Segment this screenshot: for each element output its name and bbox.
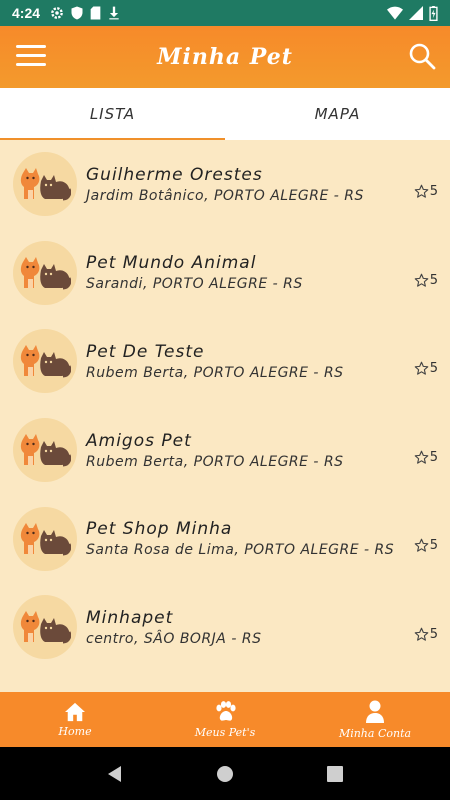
tab-lista[interactable]: LISTA [0,88,225,140]
nav-home[interactable]: Home [0,692,150,747]
rating-value: 5 [429,184,438,199]
star-icon [414,273,429,287]
shop-address: Rubem Berta, PORTO ALEGRE - RS [86,364,344,381]
shop-name: Amigos Pet [86,430,192,451]
recents-icon [327,765,343,782]
rating-value: 5 [429,626,438,642]
user-icon [366,700,384,723]
shop-name: Minhapet [86,607,174,628]
wifi-icon [387,6,403,20]
star-icon [414,627,429,641]
cat-dog-icon [20,168,71,201]
rating-value: 5 [429,272,438,288]
cat-dog-icon [20,522,71,556]
list-item[interactable]: Minhapet centro, SÂO BORJA - RS 5 [0,583,450,672]
settings-icon [51,7,63,19]
shop-name: Guilherme Orestes [86,164,263,185]
app-title: Minha Pet [157,44,293,70]
rating-value: 5 [429,449,438,465]
pet-avatar [13,152,77,217]
shop-name: Pet De Teste [86,341,205,362]
pet-avatar [13,329,77,394]
shield-icon [71,6,83,20]
rating: 5 [414,273,438,288]
rating: 5 [414,538,438,553]
app-bar: Minha Pet [0,26,450,88]
list-item[interactable]: Amigos Pet Rubem Berta, PORTO ALEGRE - R… [0,406,450,495]
home-button[interactable] [210,759,240,789]
pet-avatar [13,240,77,305]
shop-name: Pet Shop Minha [86,519,233,540]
list-item[interactable]: Pet Mundo Animal Sarandi, PORTO ALEGRE -… [0,229,450,318]
rating-value: 5 [429,538,438,554]
star-icon [414,184,429,198]
star-icon [414,539,429,553]
home-circle-icon [217,765,233,782]
system-nav-bar [0,747,450,800]
menu-icon[interactable] [16,45,46,69]
cat-dog-icon [20,256,71,290]
search-icon[interactable] [408,42,436,70]
cat-dog-icon [20,434,71,467]
rating-value: 5 [429,361,438,377]
status-time: 4:24 [12,5,41,21]
nav-meus-pets[interactable]: Meus Pet's [150,692,300,747]
tab-bar: LISTA MAPA [0,88,450,140]
cat-dog-icon [20,611,71,644]
list-item[interactable]: Guilherme Orestes Jardim Botânico, PORTO… [0,140,450,229]
home-icon [65,702,85,721]
recents-button[interactable] [320,759,350,789]
download-icon [109,6,119,20]
pet-shop-list: Guilherme Orestes Jardim Botânico, PORTO… [0,140,450,692]
back-button[interactable] [100,759,130,789]
shop-name: Pet Mundo Animal [86,253,257,274]
shop-address: Jardim Botânico, PORTO ALEGRE - RS [86,187,364,204]
list-item[interactable]: Pet Shop Minha Santa Rosa de Lima, PORTO… [0,494,450,583]
pet-avatar [13,595,77,660]
nav-minha-conta[interactable]: Minha Conta [300,692,450,747]
star-icon [414,450,429,464]
star-icon [414,361,429,375]
rating: 5 [414,184,438,199]
paw-icon [216,700,236,721]
bottom-nav: Home Meus Pet's Minha Conta [0,692,450,747]
pet-avatar [13,506,77,571]
battery-icon [429,5,438,21]
shop-address: Santa Rosa de Lima, PORTO ALEGRE - RS [86,542,395,559]
signal-icon [409,6,423,20]
shop-address: Sarandi, PORTO ALEGRE - RS [86,276,303,293]
tab-mapa[interactable]: MAPA [225,88,450,140]
back-icon [108,765,121,782]
shop-address: centro, SÂO BORJA - RS [86,630,262,647]
list-item[interactable]: Pet De Teste Rubem Berta, PORTO ALEGRE -… [0,317,450,406]
status-bar: 4:24 [0,0,450,26]
cat-dog-icon [20,345,71,378]
sd-card-icon [90,6,101,20]
shop-address: Rubem Berta, PORTO ALEGRE - RS [86,453,344,470]
rating: 5 [414,361,438,376]
pet-avatar [13,418,77,483]
rating: 5 [414,627,438,642]
rating: 5 [414,450,438,465]
